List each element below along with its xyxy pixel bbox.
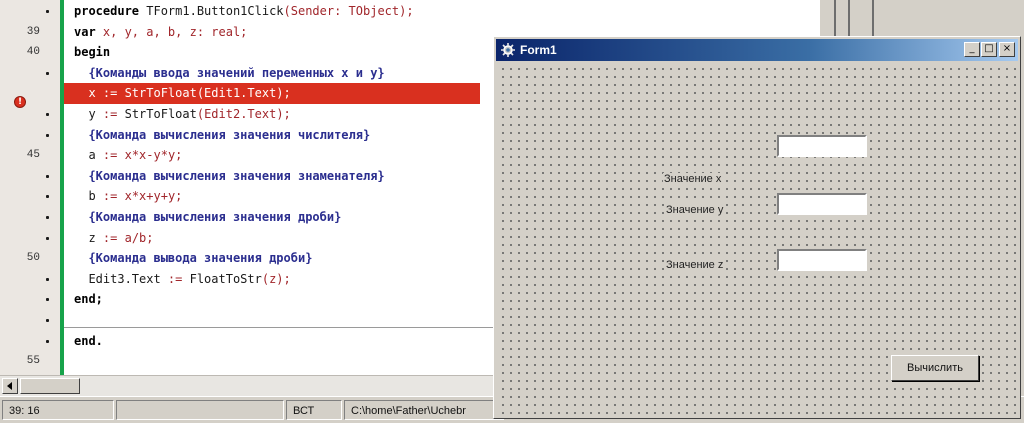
code-token: y: [74, 107, 103, 121]
close-button[interactable]: ×: [999, 42, 1015, 57]
code-token: {Команда вычисления значения дроби}: [74, 210, 342, 224]
code-token: a: [74, 148, 103, 163]
code-token: :=: [167, 271, 190, 286]
gutter-dot: [46, 216, 49, 219]
cursor-position: 39: 16: [2, 400, 114, 420]
editor-gutter[interactable]: 39 40 45 50 55: [0, 0, 61, 375]
code-token: :=: [102, 107, 125, 121]
code-token: :=: [102, 148, 125, 163]
gutter-dot: [46, 298, 49, 302]
file-path: C:\home\Father\Uchebr: [344, 400, 504, 420]
scroll-left-button[interactable]: [2, 378, 18, 394]
gutter-dot: [46, 71, 49, 75]
code-token: z: [74, 230, 103, 245]
designer-background: [820, 0, 1024, 40]
code-token: x*x+y+y;: [124, 189, 183, 204]
code-line[interactable]: procedure TForm1.Button1Click(Sender: TO…: [64, 1, 820, 22]
code-token: end;: [74, 292, 103, 307]
code-token: x, y, a, b, z: real;: [102, 24, 248, 39]
status-panel-empty: [116, 400, 284, 420]
scroll-thumb[interactable]: [20, 378, 80, 394]
edit-x-field[interactable]: [777, 135, 867, 157]
code-line-breakpoint[interactable]: x := StrToFloat(Edit1.Text);: [64, 83, 480, 105]
form-icon: [501, 43, 515, 57]
gutter-dot: [46, 236, 49, 240]
label-x: Значение x: [663, 173, 723, 185]
insert-mode: ВСТ: [286, 400, 342, 420]
code-token: FloatToStr: [189, 271, 262, 286]
code-token: (Sender: TObject);: [283, 4, 414, 18]
line-number: 39: [26, 25, 40, 38]
line-number: 55: [26, 355, 40, 368]
code-token: :=: [102, 189, 125, 204]
minimize-button[interactable]: _: [964, 42, 980, 57]
form-window[interactable]: Form1 _ □ × Значение x Значение y Значен…: [493, 36, 1021, 419]
code-token: end.: [74, 333, 103, 348]
gutter-dot: [46, 339, 49, 343]
divider: [848, 0, 850, 40]
form-client-area[interactable]: Значение x Значение y Значение z Вычисли…: [497, 63, 1017, 415]
code-token: (z);: [261, 271, 291, 286]
code-token: {Команды ввода значений переменных x и y…: [74, 65, 385, 80]
form-title: Form1: [520, 43, 557, 57]
breakpoint-icon[interactable]: !: [14, 96, 26, 108]
code-token: {Команда вычисления значения знаменателя…: [74, 168, 385, 183]
code-token: (Edit2.Text);: [196, 107, 291, 121]
code-token: TForm1.Button1Click: [146, 4, 284, 18]
code-token: b: [74, 189, 103, 204]
code-token: a/b;: [124, 230, 154, 245]
label-y: Значение y: [665, 204, 725, 216]
divider: [872, 0, 874, 40]
gutter-dot: [46, 113, 49, 116]
line-number: 50: [26, 252, 40, 265]
gutter-dot: [46, 277, 49, 281]
gutter-dot: [46, 174, 49, 178]
gutter-dot: [46, 10, 49, 13]
divider: [834, 0, 836, 40]
edit-z-field[interactable]: [777, 249, 867, 271]
code-token: procedure: [74, 4, 147, 18]
maximize-button[interactable]: □: [981, 42, 997, 57]
code-token: StrToFloat: [124, 107, 197, 121]
code-token: :=: [102, 230, 125, 245]
line-number: 40: [26, 46, 40, 59]
form-titlebar[interactable]: Form1 _ □ ×: [496, 39, 1018, 61]
code-token: {Команда вывода значения дроби}: [74, 251, 313, 266]
code-token: x*x-y*y;: [124, 148, 183, 163]
code-token: var: [74, 24, 103, 39]
code-token: Edit3.Text: [74, 271, 168, 286]
calculate-button[interactable]: Вычислить: [891, 355, 979, 381]
gutter-dot: [46, 133, 49, 137]
code-token: {Команда вычисления значения числителя}: [74, 127, 371, 142]
gutter-dot: [46, 195, 49, 199]
code-token: begin: [74, 45, 111, 60]
code-token: x := StrToFloat(Edit1.Text);: [74, 86, 291, 101]
label-z: Значение z: [665, 259, 725, 271]
gutter-dot: [46, 319, 49, 322]
edit-y-field[interactable]: [777, 193, 867, 215]
line-number: 45: [26, 149, 40, 162]
